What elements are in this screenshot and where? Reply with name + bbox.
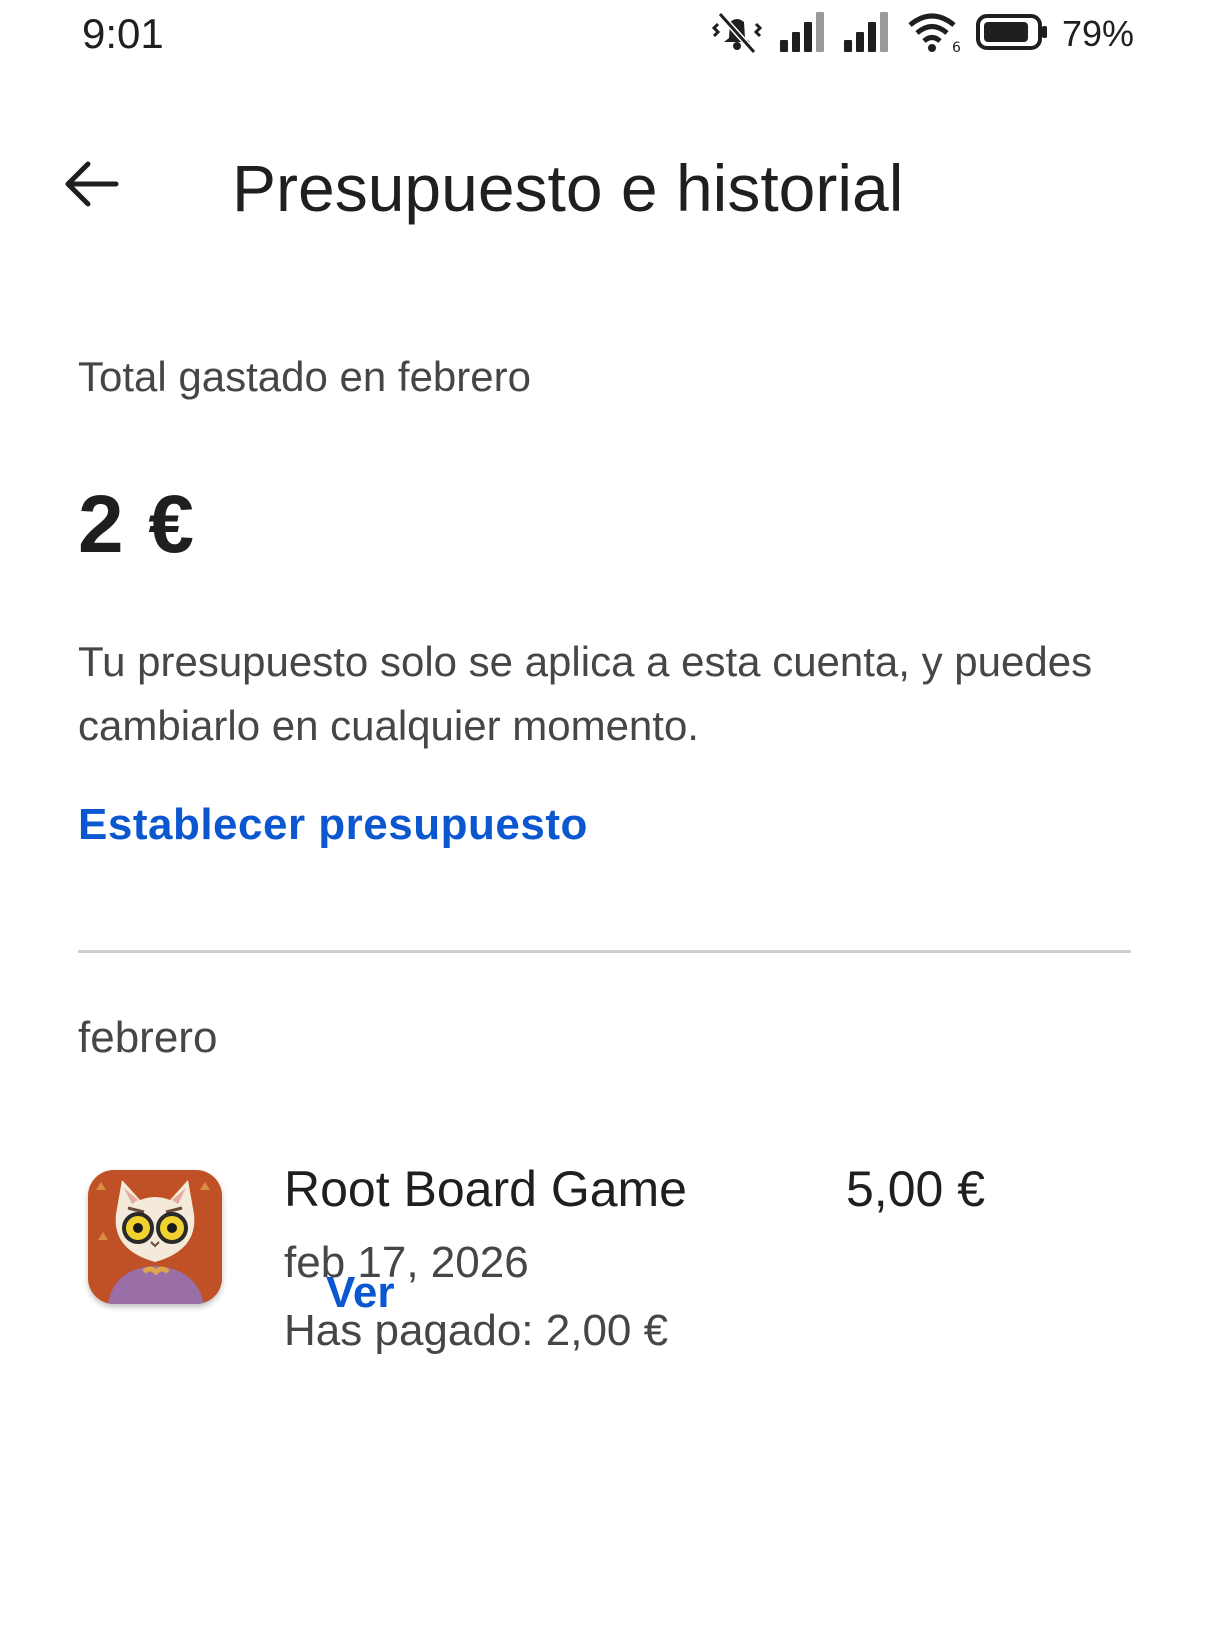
spent-label: Total gastado en febrero [78, 353, 531, 400]
arrow-left-icon [60, 158, 120, 215]
purchase-item[interactable]: Root Board Game 5,00 € feb 17, 2026 Has … [0, 1150, 1220, 1510]
spent-amount: 2 € [78, 479, 195, 570]
page-title: Presupuesto e historial [232, 151, 904, 225]
status-bar: 9:01 6 79% [0, 0, 1220, 70]
status-time: 9:01 [82, 10, 164, 57]
month-header: febrero [78, 1013, 218, 1062]
app-icon [88, 1170, 222, 1304]
wifi-6-icon: 6 [906, 11, 962, 58]
vibrate-off-icon [710, 10, 764, 59]
item-date: feb 17, 2026 [284, 1238, 529, 1287]
back-button[interactable] [52, 148, 128, 224]
divider [78, 950, 1131, 953]
battery-percent: 79% [1061, 13, 1134, 54]
app-bar: Presupuesto e historial [0, 120, 1220, 250]
budget-note: Tu presupuesto solo se aplica a esta cue… [78, 638, 1093, 749]
svg-text:6: 6 [952, 40, 961, 53]
signal-icon [842, 11, 892, 57]
item-price: 5,00 € [846, 1161, 986, 1217]
set-budget-link[interactable]: Establecer presupuesto [78, 800, 588, 850]
view-button[interactable]: Ver [326, 1268, 395, 1318]
item-title: Root Board Game [284, 1161, 687, 1217]
signal-icon [778, 11, 828, 57]
status-icons: 6 79% [710, 10, 1134, 58]
battery-icon [975, 12, 1048, 57]
